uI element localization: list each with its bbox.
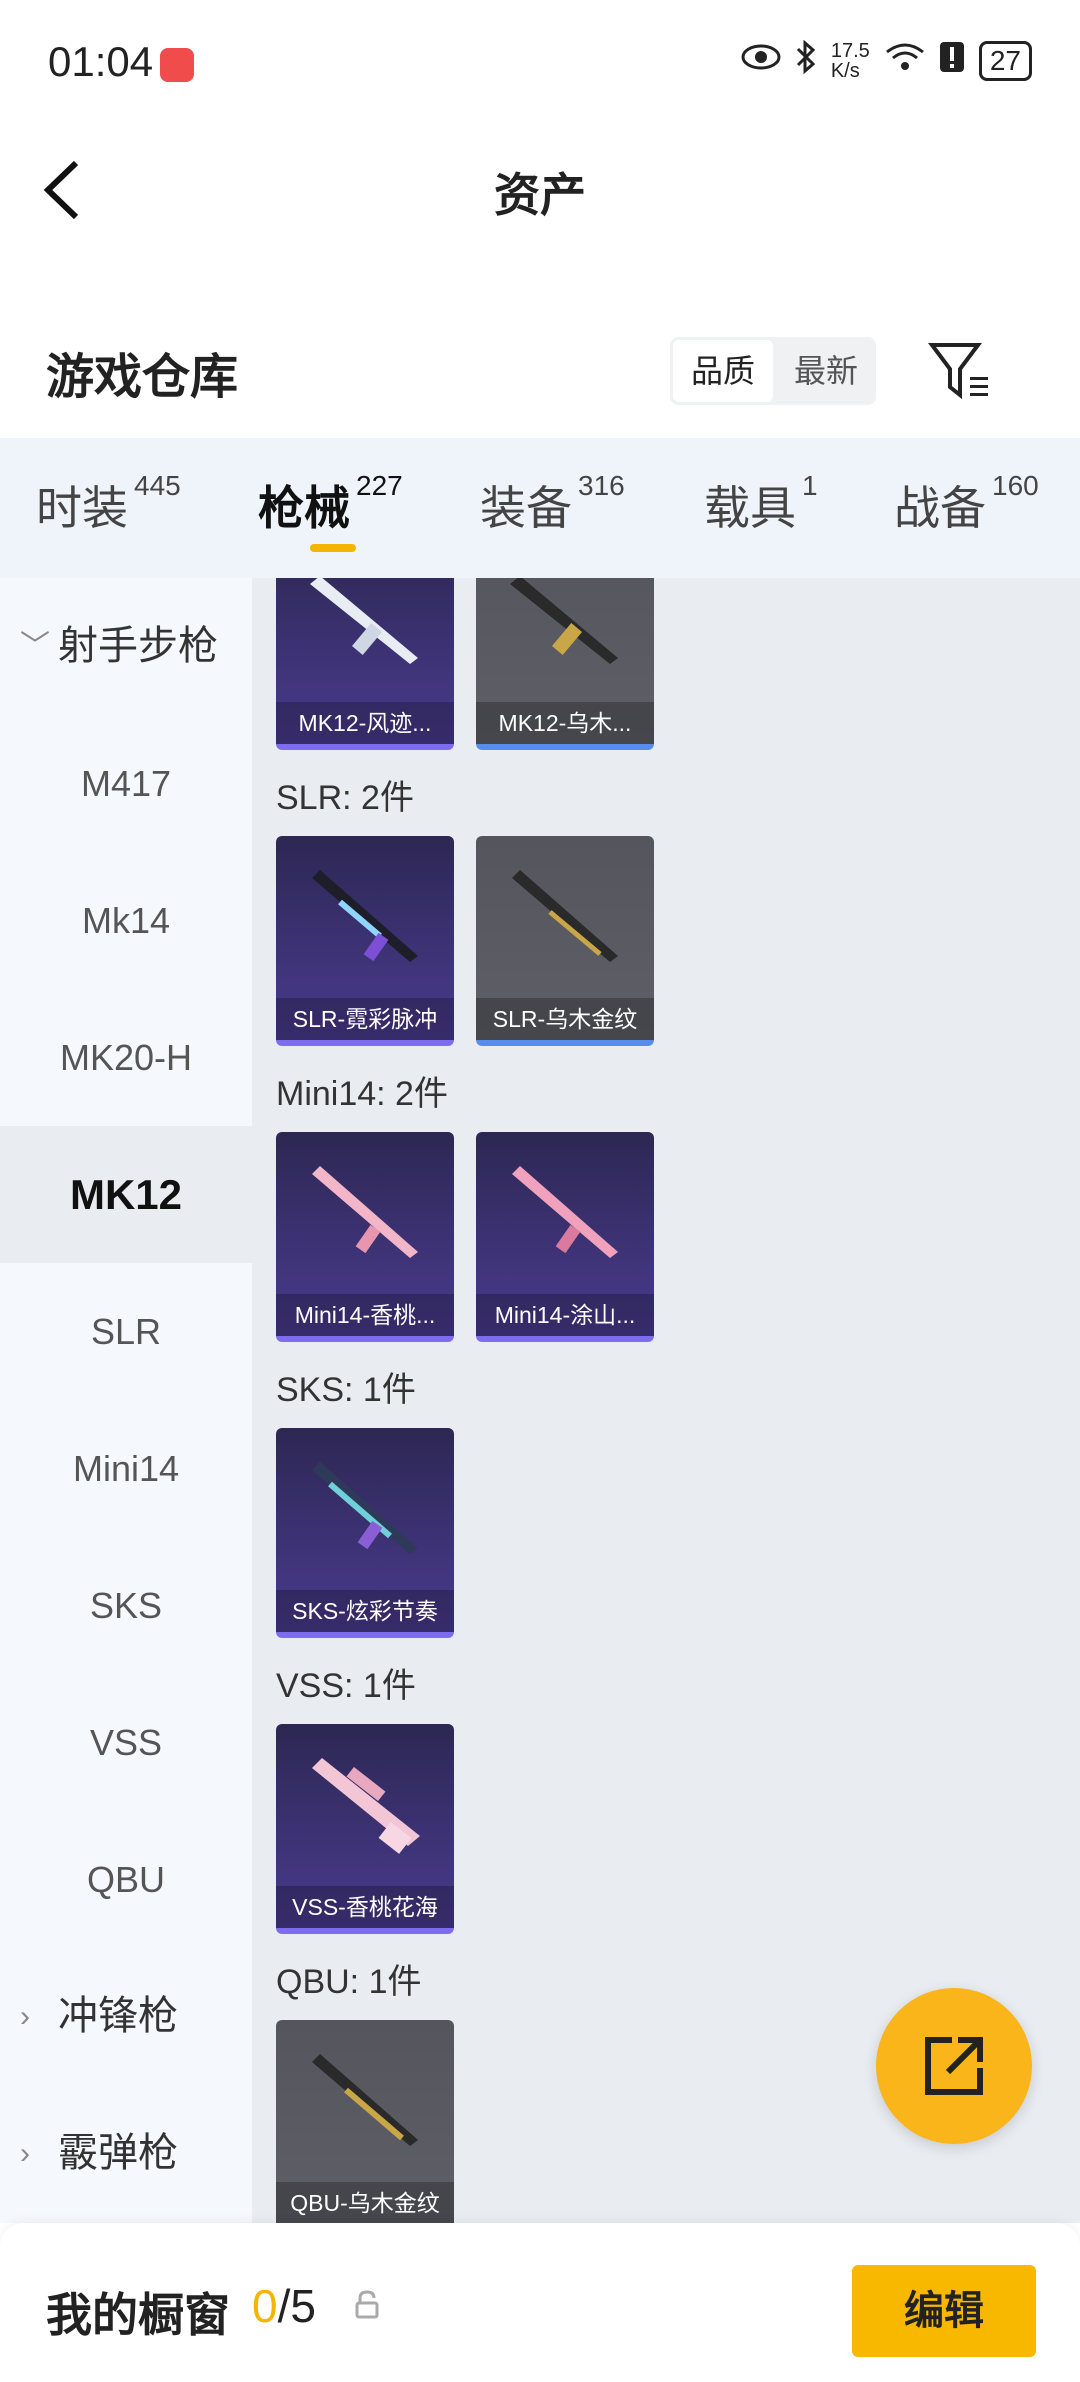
- skin-name: Mini14-香桃...: [276, 1294, 454, 1336]
- group-label: SKS: 1件: [276, 1371, 416, 1409]
- weapon-type-sidebar: ﹀ 射手步枪 M417 Mk14 MK20-H MK12 SLR Mini14 S…: [0, 578, 252, 2223]
- skin-card[interactable]: VSS-香桃花海: [276, 1724, 454, 1934]
- showcase-count: 0/5: [252, 2279, 316, 2333]
- wifi-icon: [885, 42, 925, 79]
- share-button[interactable]: [876, 1988, 1032, 2144]
- sidebar-group-shotgun[interactable]: › 霰弹枪: [0, 2085, 252, 2222]
- filter-icon: [928, 343, 988, 400]
- skin-card[interactable]: Mini14-香桃...: [276, 1132, 454, 1342]
- active-tab-indicator: [310, 544, 356, 552]
- chevron-right-icon: ›: [20, 2000, 30, 2033]
- skin-name: MK12-风迹...: [276, 702, 454, 744]
- rifle-icon: [512, 870, 618, 962]
- eye-icon: [741, 43, 781, 78]
- rifle-icon: [510, 578, 618, 664]
- filter-button[interactable]: [926, 337, 994, 405]
- skin-card[interactable]: MK12-乌木...: [476, 578, 654, 750]
- tab-label: 战备: [894, 482, 986, 534]
- sidebar-item-label: 霰弹枪: [58, 2131, 178, 2175]
- sort-quality-option[interactable]: 品质: [673, 340, 773, 402]
- skin-card[interactable]: SKS-炫彩节奏: [276, 1428, 454, 1638]
- tab-count: 1: [802, 470, 818, 501]
- notification-app-icon: [160, 48, 194, 82]
- skin-card[interactable]: SLR-霓彩脉冲: [276, 836, 454, 1046]
- sidebar-item-mk20h[interactable]: MK20-H: [0, 989, 252, 1126]
- sidebar-group-marksman[interactable]: ﹀ 射手步枪: [0, 578, 252, 715]
- sort-newest-option[interactable]: 最新: [776, 337, 876, 405]
- lock-icon: [355, 2290, 379, 2319]
- bluetooth-icon: [795, 39, 817, 81]
- alert-icon: [939, 41, 965, 80]
- tab-count: 445: [134, 470, 181, 501]
- section-title: 游戏仓库: [46, 351, 239, 404]
- showcase-bar: 我的橱窗 0/5 编辑: [0, 2223, 1080, 2382]
- group-label: Mini14: 2件: [276, 1075, 448, 1113]
- edit-button[interactable]: 编辑: [852, 2265, 1036, 2357]
- sort-toggle: 品质 最新: [670, 337, 876, 405]
- sidebar-group-smg[interactable]: › 冲锋枪: [0, 1948, 252, 2085]
- showcase-count-current: 0: [252, 2280, 278, 2332]
- tab-label: 载具: [704, 482, 796, 534]
- skin-name: SLR-霓彩脉冲: [276, 998, 454, 1040]
- tab-count: 316: [578, 470, 625, 501]
- sidebar-item-qbu[interactable]: QBU: [0, 1811, 252, 1948]
- weapon-skin-list: MK12-风迹... MK12-乌木... SLR: 2件 SLR-霓彩脉冲 S…: [252, 578, 1080, 2223]
- page-title: 资产: [494, 169, 586, 221]
- status-time: 01:04: [48, 38, 154, 85]
- sidebar-item-mk12[interactable]: MK12: [0, 1126, 252, 1263]
- sidebar-item-m417[interactable]: M417: [0, 715, 252, 852]
- skin-name: QBU-乌木金纹: [276, 2182, 454, 2223]
- chevron-right-icon: ›: [20, 2137, 30, 2170]
- top-nav: 资产: [0, 125, 1080, 250]
- sidebar-item-vss[interactable]: VSS: [0, 1674, 252, 1811]
- showcase-count-total: /5: [277, 2280, 316, 2332]
- rifle-icon: [312, 1758, 420, 1854]
- tab-firearms[interactable]: 枪械 227: [258, 470, 403, 538]
- status-icons: 17.5 K/s 27: [741, 39, 1032, 82]
- tab-label: 枪械: [258, 482, 350, 534]
- category-tabs: 时装 445 枪械 227 装备 316 载具 1 战备 160: [0, 438, 1080, 578]
- skin-card[interactable]: QBU-乌木金纹: [276, 2020, 454, 2223]
- rifle-icon: [310, 578, 418, 664]
- battery-indicator: 27: [978, 40, 1032, 81]
- skin-card[interactable]: MK12-风迹...: [276, 578, 454, 750]
- group-label: QBU: 1件: [276, 1963, 422, 2001]
- group-label: VSS: 1件: [276, 1667, 416, 1705]
- tab-label: 时装: [36, 482, 128, 534]
- share-external-icon: [925, 2037, 983, 2095]
- tab-supplies[interactable]: 战备 160: [894, 470, 1039, 538]
- status-bar: 01:04 17.5 K/s 27: [0, 0, 1080, 125]
- tab-equipment[interactable]: 装备 316: [480, 470, 625, 538]
- skin-name: SKS-炫彩节奏: [276, 1590, 454, 1632]
- skin-name: VSS-香桃花海: [276, 1886, 454, 1928]
- rifle-icon: [312, 1462, 418, 1554]
- sidebar-item-sks[interactable]: SKS: [0, 1537, 252, 1674]
- sidebar-item-slr[interactable]: SLR: [0, 1263, 252, 1400]
- rifle-icon: [312, 1166, 418, 1258]
- skin-card[interactable]: Mini14-涂山...: [476, 1132, 654, 1342]
- rifle-icon: [312, 2054, 418, 2146]
- rifle-icon: [312, 870, 418, 962]
- sidebar-item-mini14[interactable]: Mini14: [0, 1400, 252, 1537]
- skin-name: SLR-乌木金纹: [476, 998, 654, 1040]
- sidebar-item-label: 冲锋枪: [58, 1994, 178, 2038]
- chevron-down-icon: ﹀: [20, 630, 50, 663]
- warehouse-header: 游戏仓库 品质 最新: [0, 315, 1080, 435]
- skin-name: Mini14-涂山...: [476, 1294, 654, 1336]
- sidebar-item-mk14[interactable]: Mk14: [0, 852, 252, 989]
- network-speed: 17.5 K/s: [830, 39, 870, 82]
- skin-card[interactable]: SLR-乌木金纹: [476, 836, 654, 1046]
- tab-count: 227: [356, 470, 403, 501]
- rifle-icon: [512, 1166, 618, 1258]
- tab-fashion[interactable]: 时装 445: [36, 470, 181, 538]
- tab-vehicles[interactable]: 载具 1: [704, 470, 818, 538]
- tab-label: 装备: [480, 482, 572, 534]
- tab-count: 160: [992, 470, 1039, 501]
- showcase-title: 我的橱窗: [46, 2289, 230, 2341]
- skin-name: MK12-乌木...: [476, 702, 654, 744]
- group-label: SLR: 2件: [276, 779, 414, 817]
- sidebar-item-label: 射手步枪: [58, 624, 218, 668]
